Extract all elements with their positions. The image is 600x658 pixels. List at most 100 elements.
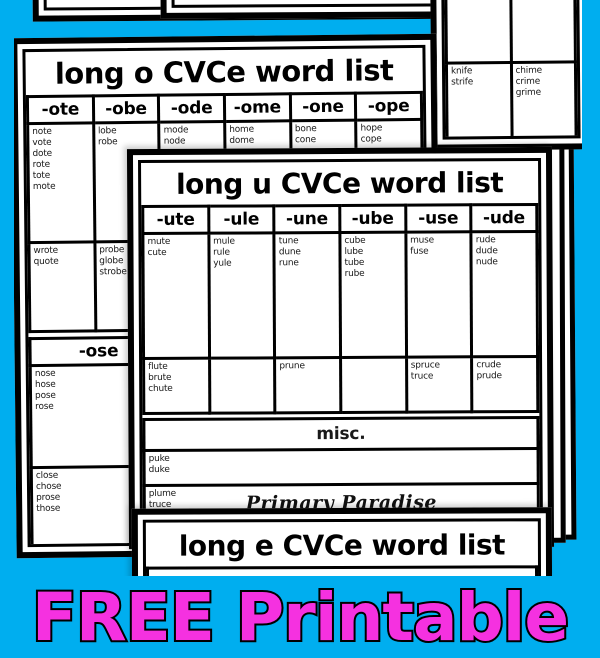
word: cone bbox=[294, 135, 316, 146]
table-row: misc. bbox=[143, 417, 539, 451]
word: chute bbox=[148, 383, 173, 395]
long-o-header-ome: -ome bbox=[224, 93, 291, 122]
word: chime bbox=[515, 65, 543, 76]
long-i-right-cell: mime lime dime time bbox=[508, 0, 576, 63]
long-o-header-one: -one bbox=[290, 93, 356, 121]
long-o-cell-ote: note vote dote rote tote mote bbox=[27, 122, 95, 243]
word: spruce bbox=[410, 360, 440, 371]
card-long-u[interactable]: long u CVCe word list -ute -ule -une -ub… bbox=[126, 146, 555, 550]
frame-edge-top-left bbox=[0, 0, 14, 36]
long-u-header-une: -une bbox=[274, 205, 340, 233]
table-row: life wife mime lime dime time bbox=[443, 0, 576, 64]
long-u-header-ude: -ude bbox=[471, 204, 537, 232]
long-o-header-ode: -ode bbox=[158, 94, 225, 123]
long-u-cell-ude: rude dude nude bbox=[471, 231, 538, 357]
long-u-cell2-une: prune bbox=[274, 357, 341, 413]
word: crude bbox=[476, 360, 502, 371]
poster-stage: long a CVCe word list brake Drake whale … bbox=[0, 0, 600, 658]
long-u-header-ube: -ube bbox=[339, 205, 406, 233]
long-o-cell2-ote: wrote quote bbox=[28, 241, 96, 332]
word: knife bbox=[450, 66, 473, 77]
word: wrote bbox=[33, 245, 59, 257]
long-u-cell-ube: cube lube tube rube bbox=[339, 232, 407, 358]
word: dune bbox=[278, 247, 301, 258]
long-u-cell2-ube bbox=[340, 357, 407, 413]
word: rune bbox=[278, 258, 299, 269]
table-row: -ute -ule -une -ube -use -ude bbox=[142, 204, 537, 234]
long-u-cell-ule: mule rule yule bbox=[208, 232, 275, 359]
word: vote bbox=[32, 137, 52, 149]
word: tune bbox=[278, 236, 299, 247]
long-i-right-cell: knife strife bbox=[446, 62, 512, 140]
word: rube bbox=[344, 268, 365, 279]
word: duke bbox=[148, 464, 170, 476]
word: dude bbox=[475, 246, 498, 257]
word: strife bbox=[451, 77, 474, 88]
free-printable-banner: FREE Printable bbox=[0, 576, 600, 658]
word: mode bbox=[163, 125, 189, 136]
word: robe bbox=[97, 137, 118, 148]
word: node bbox=[163, 136, 186, 147]
long-u-cell2-ude: crude prude bbox=[471, 356, 538, 412]
card-long-i-right-inner: life wife mime lime dime time knife stri… bbox=[439, 0, 581, 140]
table-row: puke duke bbox=[144, 448, 539, 486]
word: brute bbox=[148, 372, 172, 384]
word: rote bbox=[32, 159, 50, 171]
word: fuse bbox=[410, 246, 429, 257]
card-long-i-right[interactable]: life wife mime lime dime time knife stri… bbox=[428, 0, 592, 151]
long-u-cell-une: tune dune rune bbox=[274, 232, 341, 358]
long-i-right-cell: life wife bbox=[443, 0, 511, 64]
long-o-header-ope: -ope bbox=[355, 92, 422, 121]
card-long-u-inner: long u CVCe word list -ute -ule -une -ub… bbox=[138, 157, 543, 539]
long-o-header-ote: -ote bbox=[27, 95, 94, 124]
card-long-e-title: long e CVCe word list bbox=[178, 528, 506, 563]
word: crime bbox=[515, 76, 541, 87]
word: yule bbox=[213, 258, 232, 269]
card-long-o-title: long o CVCe word list bbox=[54, 53, 394, 91]
word: cute bbox=[147, 247, 167, 259]
word: prude bbox=[476, 371, 502, 382]
card-long-u-title: long u CVCe word list bbox=[175, 166, 504, 201]
word: cube bbox=[344, 235, 366, 246]
word: grime bbox=[515, 87, 541, 98]
word: flute bbox=[148, 361, 168, 373]
long-u-cell-use: muse fuse bbox=[405, 231, 472, 358]
word: tote bbox=[32, 170, 51, 182]
word: dote bbox=[32, 148, 53, 160]
long-u-cell-ute: mute cute bbox=[142, 233, 210, 359]
table-row: -ote -obe -ode -ome -one -ope bbox=[27, 92, 422, 124]
word: bone bbox=[294, 124, 317, 135]
long-u-header-ute: -ute bbox=[142, 206, 209, 234]
word: tube bbox=[344, 257, 365, 268]
table-row: mute cute mule rule yule tune dune rune bbox=[142, 231, 538, 359]
long-u-cell2-ule bbox=[209, 357, 276, 414]
word: note bbox=[32, 126, 52, 138]
frame-edge-right bbox=[582, 0, 600, 600]
word: rude bbox=[475, 235, 496, 246]
long-i-right-cell: chime crime grime bbox=[510, 61, 577, 140]
word: truce bbox=[410, 371, 434, 382]
word: quote bbox=[33, 256, 59, 268]
long-u-cell2-ute: flute brute chute bbox=[143, 358, 210, 414]
banner-text: FREE Printable bbox=[30, 579, 571, 656]
word: hope bbox=[360, 123, 383, 134]
word: cope bbox=[360, 134, 382, 145]
long-u-misc-label: misc. bbox=[143, 417, 539, 451]
word: muse bbox=[410, 235, 434, 246]
word: nude bbox=[475, 257, 498, 268]
word: dome bbox=[229, 135, 255, 146]
long-u-table: -ute -ule -une -ube -use -ude mute cute … bbox=[141, 203, 539, 415]
table-row: flute brute chute prune spruce truce cru bbox=[143, 356, 538, 414]
long-u-header-ule: -ule bbox=[208, 205, 275, 234]
long-u-misc-cell-1: puke duke bbox=[144, 448, 539, 486]
long-u-header-use: -use bbox=[405, 204, 472, 233]
table-row: knife strife chime crime grime bbox=[446, 61, 577, 140]
word: prune bbox=[279, 361, 305, 372]
word: home bbox=[229, 124, 254, 135]
word: rule bbox=[213, 247, 230, 258]
long-u-cell2-use: spruce truce bbox=[406, 356, 473, 413]
long-o-header-obe: -obe bbox=[93, 95, 159, 123]
frame-edge-left bbox=[0, 0, 14, 600]
word: mule bbox=[213, 236, 235, 247]
word: lube bbox=[344, 246, 364, 257]
